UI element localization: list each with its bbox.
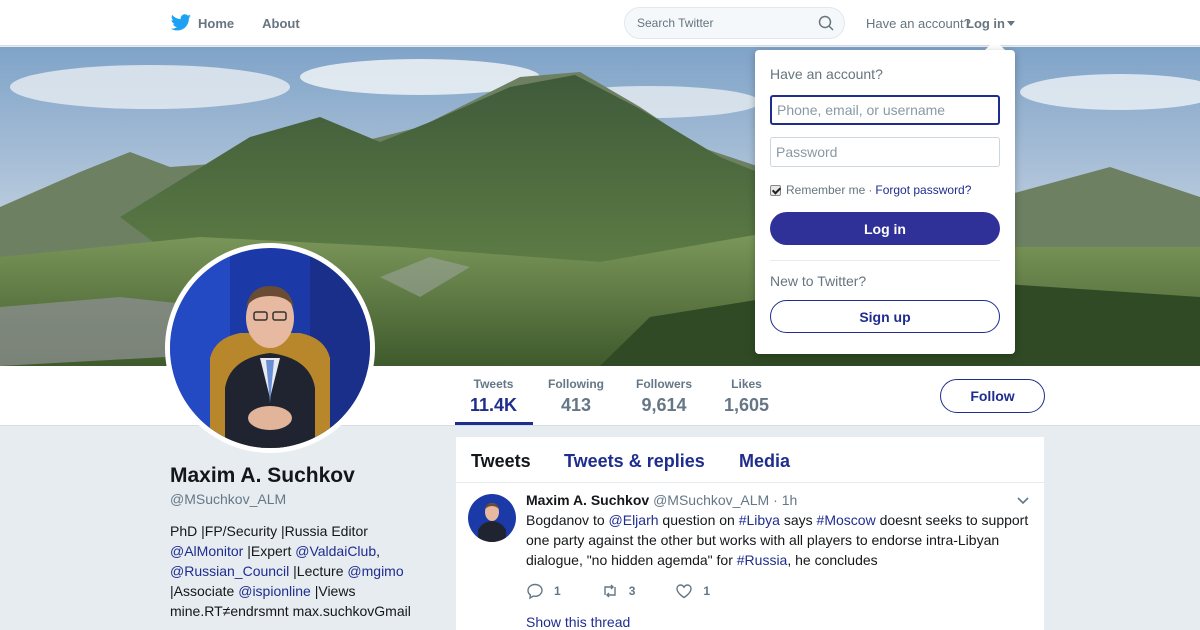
bio-text: |Associate <box>170 583 239 599</box>
follow-button[interactable]: Follow <box>940 379 1045 413</box>
like-action[interactable]: 1 <box>675 582 710 600</box>
timeline-tabs: Tweets Tweets & replies Media <box>456 437 1044 483</box>
tweet-timestamp[interactable]: 1h <box>782 492 798 508</box>
dropdown-divider <box>770 260 1000 261</box>
retweet-icon[interactable] <box>601 582 619 600</box>
tweet-text-part: question on <box>658 512 739 528</box>
tweet-author-name[interactable]: Maxim A. Suchkov <box>526 492 649 508</box>
dropdown-caret <box>985 40 1005 50</box>
tweet-hashtag-link[interactable]: #Libya <box>739 512 780 528</box>
reply-action[interactable]: 1 <box>526 582 561 600</box>
show-thread-link[interactable]: Show this thread <box>526 614 630 630</box>
twitter-bird-icon[interactable] <box>170 12 192 34</box>
stat-label: Following <box>548 377 604 391</box>
top-navigation: Home About Search Twitter Have an accoun… <box>0 0 1200 46</box>
stat-value: 9,614 <box>641 395 687 415</box>
bio-mention-link[interactable]: @ValdaiClub <box>295 543 376 559</box>
stat-value: 11.4K <box>470 395 518 415</box>
profile-avatar-frame <box>165 243 375 453</box>
profile-bio: PhD |FP/Security |Russia Editor @AlMonit… <box>170 521 420 621</box>
stat-value: 413 <box>560 395 592 415</box>
bio-text: , <box>376 543 381 559</box>
avatar[interactable] <box>170 248 370 448</box>
reply-icon[interactable] <box>526 582 544 600</box>
tweet-text: Bogdanov to @Eljarh question on #Libya s… <box>526 510 1036 570</box>
password-field[interactable] <box>770 137 1000 167</box>
search-icon[interactable] <box>818 15 834 31</box>
tweet-separator: · <box>773 492 778 508</box>
tweet-hashtag-link[interactable]: #Russia <box>737 552 788 568</box>
profile-handle[interactable]: @MSuchkov_ALM <box>170 491 286 507</box>
remember-me-label[interactable]: Remember me <box>786 183 865 197</box>
login-menu-link[interactable]: Log in <box>966 16 1005 31</box>
tweet-avatar-photo <box>468 494 516 542</box>
bio-text: |Lecture <box>289 563 348 579</box>
have-account-text: Have an account? <box>866 16 971 31</box>
remember-me-checkbox[interactable] <box>770 184 781 196</box>
like-count: 1 <box>703 584 711 598</box>
search-placeholder[interactable]: Search Twitter <box>637 16 713 30</box>
stat-following[interactable]: Following 413 <box>548 377 604 416</box>
bio-mention-link[interactable]: @ispionline <box>238 583 311 599</box>
stat-label: Followers <box>636 377 693 391</box>
retweet-action[interactable]: 3 <box>601 582 636 600</box>
stat-label: Likes <box>731 377 762 391</box>
profile-name[interactable]: Maxim A. Suchkov <box>170 464 355 488</box>
stat-likes[interactable]: Likes 1,605 <box>724 377 769 416</box>
tab-tweets[interactable]: Tweets <box>471 451 531 472</box>
tweet-avatar[interactable] <box>468 494 516 542</box>
tweet-mention-link[interactable]: @Eljarh <box>609 512 659 528</box>
tweet-text-part: , he concludes <box>787 552 878 568</box>
bio-text: |Expert <box>243 543 296 559</box>
avatar-photo <box>170 248 370 448</box>
tab-tweets-replies[interactable]: Tweets & replies <box>564 451 705 472</box>
nav-left-group: Home About <box>170 0 300 46</box>
stat-label: Tweets <box>473 377 514 391</box>
tweet-author-handle[interactable]: @MSuchkov_ALM <box>653 492 769 508</box>
tweet-hashtag-link[interactable]: #Moscow <box>817 512 876 528</box>
bio-mention-link[interactable]: @mgimo <box>347 563 403 579</box>
bio-mention-link[interactable]: @AlMonitor <box>170 543 243 559</box>
forgot-password-link[interactable]: Forgot password? <box>875 183 971 197</box>
stat-tweets[interactable]: Tweets 11.4K <box>470 377 517 416</box>
nav-home-link[interactable]: Home <box>198 16 234 31</box>
username-field[interactable] <box>770 95 1000 125</box>
remember-row: Remember me · Forgot password? <box>770 183 971 197</box>
chevron-down-icon[interactable] <box>1007 21 1015 26</box>
remember-separator: · <box>868 183 873 197</box>
bio-text: PhD |FP/Security |Russia Editor <box>170 523 368 539</box>
retweet-count: 3 <box>628 584 636 598</box>
heart-icon[interactable] <box>675 582 693 600</box>
dropdown-title: Have an account? <box>770 66 883 82</box>
login-dropdown: Have an account? Remember me · Forgot pa… <box>755 50 1015 354</box>
tweet-text-part: says <box>779 512 817 528</box>
login-button[interactable]: Log in <box>770 212 1000 245</box>
tab-media[interactable]: Media <box>739 451 790 472</box>
new-to-twitter-text: New to Twitter? <box>770 273 867 289</box>
stat-followers[interactable]: Followers 9,614 <box>636 377 692 416</box>
signup-button[interactable]: Sign up <box>770 300 1000 333</box>
nav-about-link[interactable]: About <box>262 16 300 31</box>
active-tab-underline <box>455 422 533 425</box>
tweet-text-part: Bogdanov to <box>526 512 609 528</box>
reply-count: 1 <box>554 584 561 598</box>
search-box[interactable]: Search Twitter <box>624 7 845 39</box>
bio-mention-link[interactable]: @Russian_Council <box>170 563 289 579</box>
chevron-down-icon[interactable] <box>1016 494 1030 508</box>
stat-value: 1,605 <box>724 395 770 415</box>
tweet-header: Maxim A. Suchkov @MSuchkov_ALM · 1h <box>526 492 797 508</box>
tweet-actions: 1 3 1 <box>526 582 750 600</box>
